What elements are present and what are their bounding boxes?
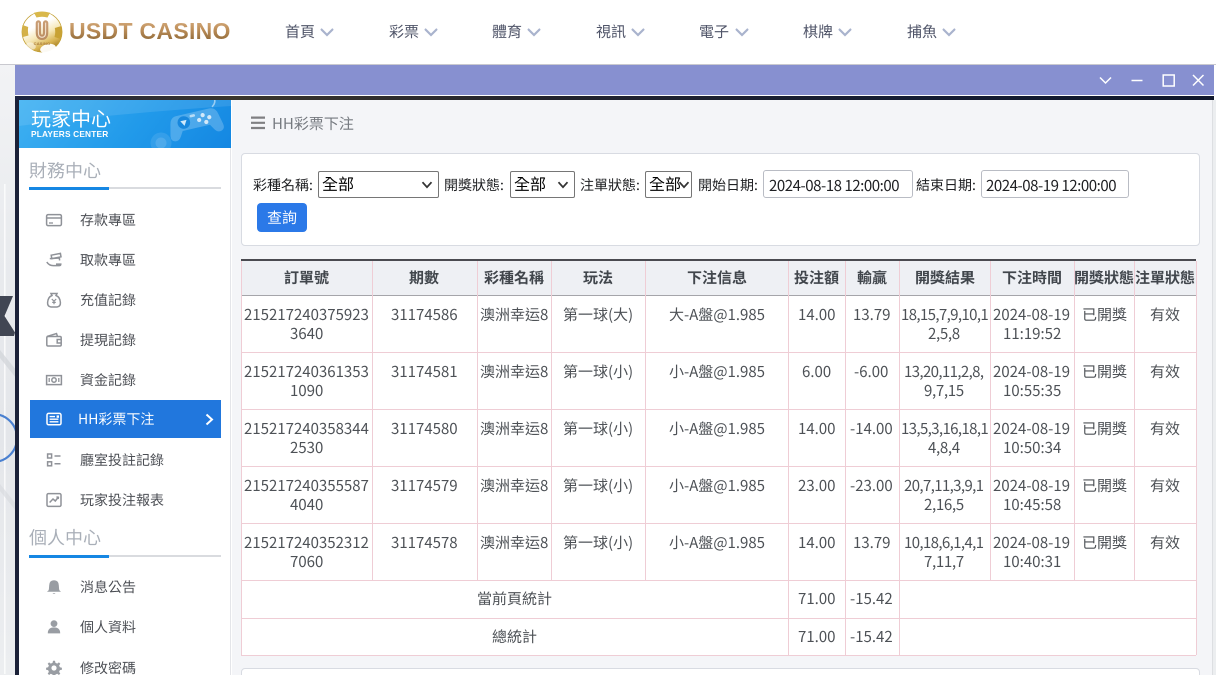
svg-text:CASINO: CASINO	[34, 41, 51, 46]
